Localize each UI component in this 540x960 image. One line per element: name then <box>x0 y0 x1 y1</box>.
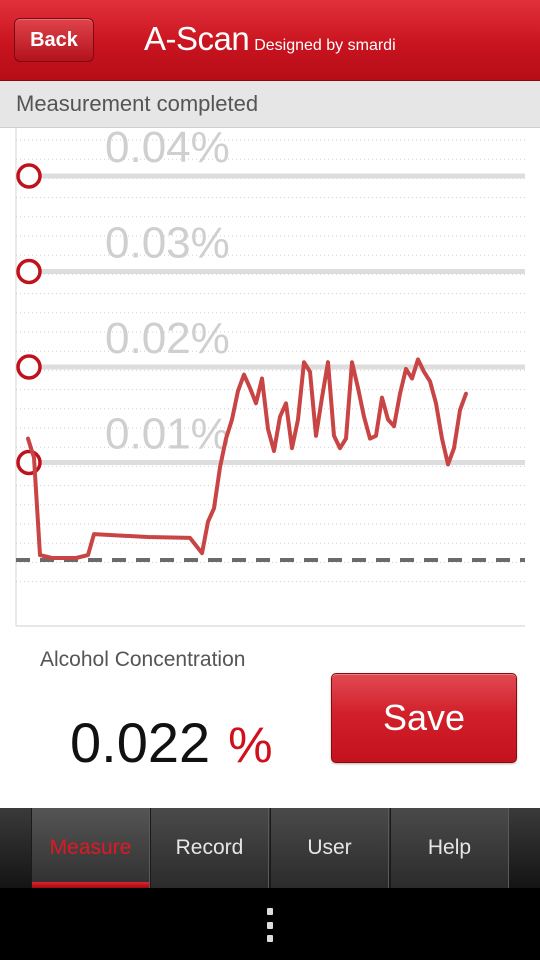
status-text: Measurement completed <box>16 91 259 116</box>
reading-label: Alcohol Concentration <box>40 648 246 671</box>
back-button[interactable]: Back <box>14 18 94 62</box>
reading-value: 0.022 % <box>70 710 273 775</box>
bottom-tab-bar: Measure Record User Help <box>0 808 540 888</box>
level-marker <box>16 163 42 189</box>
concentration-value: 0.022 <box>70 711 211 774</box>
concentration-series-line <box>26 357 468 560</box>
level-marker <box>16 258 42 285</box>
save-button[interactable]: Save <box>331 673 517 763</box>
concentration-unit: % <box>228 717 273 773</box>
y-tick-label: 0.04% <box>105 128 230 172</box>
y-tick-label: 0.03% <box>105 219 230 268</box>
y-tick-label: 0.01% <box>105 410 230 459</box>
measurement-chart: 0.01%0.02%0.03%0.04%0.05% <box>15 128 525 627</box>
tab-measure[interactable]: Measure <box>31 808 150 888</box>
level-marker <box>16 354 42 380</box>
status-bar: Measurement completed <box>0 81 540 128</box>
tab-help[interactable]: Help <box>390 808 509 888</box>
y-tick-label: 0.02% <box>105 314 230 363</box>
app-title: A-Scan Designed by smardi <box>144 20 396 58</box>
app-header: Back A-Scan Designed by smardi <box>0 0 540 81</box>
app-subtitle: Designed by smardi <box>254 37 396 54</box>
app-name: A-Scan <box>144 20 250 57</box>
tab-user[interactable]: User <box>270 808 389 888</box>
tab-record[interactable]: Record <box>150 808 269 888</box>
overflow-menu-icon[interactable] <box>267 908 273 942</box>
